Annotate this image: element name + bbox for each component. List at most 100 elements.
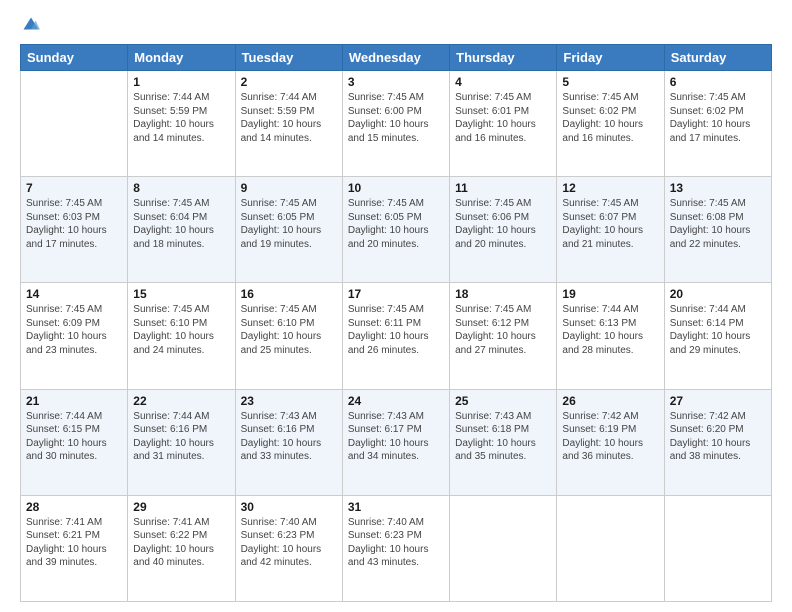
day-number: 28 (26, 500, 122, 514)
daylight-text: Daylight: 10 hours (241, 437, 337, 451)
daylight-text: Daylight: 10 hours (562, 118, 658, 132)
day-cell: 25Sunrise: 7:43 AMSunset: 6:18 PMDayligh… (450, 389, 557, 495)
day-cell: 18Sunrise: 7:45 AMSunset: 6:12 PMDayligh… (450, 283, 557, 389)
daylight-text: Daylight: 10 hours (455, 437, 551, 451)
day-cell: 12Sunrise: 7:45 AMSunset: 6:07 PMDayligh… (557, 177, 664, 283)
sunset-text: Sunset: 6:04 PM (133, 211, 229, 225)
day-info: Sunrise: 7:41 AMSunset: 6:22 PMDaylight:… (133, 516, 229, 570)
sunset-text: Sunset: 6:14 PM (670, 317, 766, 331)
sunset-text: Sunset: 6:10 PM (241, 317, 337, 331)
sunset-text: Sunset: 6:02 PM (562, 105, 658, 119)
daylight-text: Daylight: 10 hours (455, 330, 551, 344)
day-cell: 19Sunrise: 7:44 AMSunset: 6:13 PMDayligh… (557, 283, 664, 389)
sunrise-text: Sunrise: 7:45 AM (455, 197, 551, 211)
day-info: Sunrise: 7:41 AMSunset: 6:21 PMDaylight:… (26, 516, 122, 570)
day-info: Sunrise: 7:42 AMSunset: 6:19 PMDaylight:… (562, 410, 658, 464)
day-cell: 8Sunrise: 7:45 AMSunset: 6:04 PMDaylight… (128, 177, 235, 283)
daylight-text-2: and 35 minutes. (455, 450, 551, 464)
day-info: Sunrise: 7:45 AMSunset: 6:02 PMDaylight:… (670, 91, 766, 145)
daylight-text-2: and 40 minutes. (133, 556, 229, 570)
week-row-1: 7Sunrise: 7:45 AMSunset: 6:03 PMDaylight… (21, 177, 772, 283)
daylight-text: Daylight: 10 hours (26, 330, 122, 344)
day-info: Sunrise: 7:44 AMSunset: 6:15 PMDaylight:… (26, 410, 122, 464)
day-cell: 29Sunrise: 7:41 AMSunset: 6:22 PMDayligh… (128, 495, 235, 601)
day-cell: 11 Sunrise: 7:45 AMSunset: 6:06 PMDayligh… (450, 177, 557, 283)
sunrise-text: Sunrise: 7:42 AM (562, 410, 658, 424)
day-number: 27 (670, 394, 766, 408)
sunrise-text: Sunrise: 7:45 AM (241, 303, 337, 317)
day-cell: 23Sunrise: 7:43 AMSunset: 6:16 PMDayligh… (235, 389, 342, 495)
day-info: Sunrise: 7:45 AMSunset: 6:01 PMDaylight:… (455, 91, 551, 145)
day-cell: 15Sunrise: 7:45 AMSunset: 6:10 PMDayligh… (128, 283, 235, 389)
day-cell (664, 495, 771, 601)
sunrise-text: Sunrise: 7:45 AM (348, 303, 444, 317)
day-number: 17 (348, 287, 444, 301)
day-info: Sunrise: 7:45 AMSunset: 6:08 PMDaylight:… (670, 197, 766, 251)
day-cell: 6Sunrise: 7:45 AMSunset: 6:02 PMDaylight… (664, 71, 771, 177)
day-cell (450, 495, 557, 601)
sunrise-text: Sunrise: 7:44 AM (26, 410, 122, 424)
day-cell: 17Sunrise: 7:45 AMSunset: 6:11 PMDayligh… (342, 283, 449, 389)
sunrise-text: Sunrise: 7:40 AM (348, 516, 444, 530)
day-number: 23 (241, 394, 337, 408)
daylight-text-2: and 20 minutes. (348, 238, 444, 252)
daylight-text: Daylight: 10 hours (348, 118, 444, 132)
sunrise-text: Sunrise: 7:40 AM (241, 516, 337, 530)
daylight-text: Daylight: 10 hours (455, 224, 551, 238)
daylight-text-2: and 42 minutes. (241, 556, 337, 570)
sunset-text: Sunset: 6:23 PM (241, 529, 337, 543)
daylight-text: Daylight: 10 hours (26, 543, 122, 557)
day-info: Sunrise: 7:44 AMSunset: 6:16 PMDaylight:… (133, 410, 229, 464)
sunset-text: Sunset: 6:16 PM (241, 423, 337, 437)
sunrise-text: Sunrise: 7:45 AM (133, 303, 229, 317)
daylight-text: Daylight: 10 hours (455, 118, 551, 132)
day-number: 11 (455, 181, 551, 195)
day-cell: 10Sunrise: 7:45 AMSunset: 6:05 PMDayligh… (342, 177, 449, 283)
daylight-text: Daylight: 10 hours (241, 224, 337, 238)
daylight-text: Daylight: 10 hours (670, 224, 766, 238)
sunset-text: Sunset: 5:59 PM (241, 105, 337, 119)
day-number: 31 (348, 500, 444, 514)
day-info: Sunrise: 7:45 AMSunset: 6:05 PMDaylight:… (348, 197, 444, 251)
daylight-text: Daylight: 10 hours (670, 330, 766, 344)
day-number: 12 (562, 181, 658, 195)
sunset-text: Sunset: 6:21 PM (26, 529, 122, 543)
daylight-text-2: and 14 minutes. (241, 132, 337, 146)
sunset-text: Sunset: 6:02 PM (670, 105, 766, 119)
sunset-text: Sunset: 6:05 PM (241, 211, 337, 225)
day-info: Sunrise: 7:45 AMSunset: 6:03 PMDaylight:… (26, 197, 122, 251)
sunset-text: Sunset: 6:01 PM (455, 105, 551, 119)
day-cell: 4Sunrise: 7:45 AMSunset: 6:01 PMDaylight… (450, 71, 557, 177)
day-cell: 14Sunrise: 7:45 AMSunset: 6:09 PMDayligh… (21, 283, 128, 389)
sunset-text: Sunset: 6:09 PM (26, 317, 122, 331)
daylight-text: Daylight: 10 hours (562, 330, 658, 344)
daylight-text: Daylight: 10 hours (26, 437, 122, 451)
calendar-table: SundayMondayTuesdayWednesdayThursdayFrid… (20, 44, 772, 602)
daylight-text-2: and 33 minutes. (241, 450, 337, 464)
daylight-text-2: and 17 minutes. (26, 238, 122, 252)
day-number: 13 (670, 181, 766, 195)
daylight-text: Daylight: 10 hours (241, 330, 337, 344)
day-info: Sunrise: 7:45 AMSunset: 6:05 PMDaylight:… (241, 197, 337, 251)
day-number: 18 (455, 287, 551, 301)
header-cell-monday: Monday (128, 45, 235, 71)
daylight-text: Daylight: 10 hours (670, 118, 766, 132)
sunrise-text: Sunrise: 7:45 AM (348, 91, 444, 105)
sunrise-text: Sunrise: 7:45 AM (562, 197, 658, 211)
day-info: Sunrise: 7:45 AMSunset: 6:06 PMDaylight:… (455, 197, 551, 251)
sunset-text: Sunset: 6:08 PM (670, 211, 766, 225)
week-row-3: 21Sunrise: 7:44 AMSunset: 6:15 PMDayligh… (21, 389, 772, 495)
sunrise-text: Sunrise: 7:42 AM (670, 410, 766, 424)
day-info: Sunrise: 7:45 AMSunset: 6:10 PMDaylight:… (133, 303, 229, 357)
sunrise-text: Sunrise: 7:44 AM (241, 91, 337, 105)
daylight-text-2: and 43 minutes. (348, 556, 444, 570)
sunset-text: Sunset: 6:19 PM (562, 423, 658, 437)
sunrise-text: Sunrise: 7:43 AM (455, 410, 551, 424)
sunrise-text: Sunrise: 7:41 AM (26, 516, 122, 530)
day-number: 9 (241, 181, 337, 195)
week-row-0: 1Sunrise: 7:44 AMSunset: 5:59 PMDaylight… (21, 71, 772, 177)
sunrise-text: Sunrise: 7:45 AM (26, 303, 122, 317)
daylight-text: Daylight: 10 hours (241, 118, 337, 132)
day-cell: 20Sunrise: 7:44 AMSunset: 6:14 PMDayligh… (664, 283, 771, 389)
sunset-text: Sunset: 6:10 PM (133, 317, 229, 331)
